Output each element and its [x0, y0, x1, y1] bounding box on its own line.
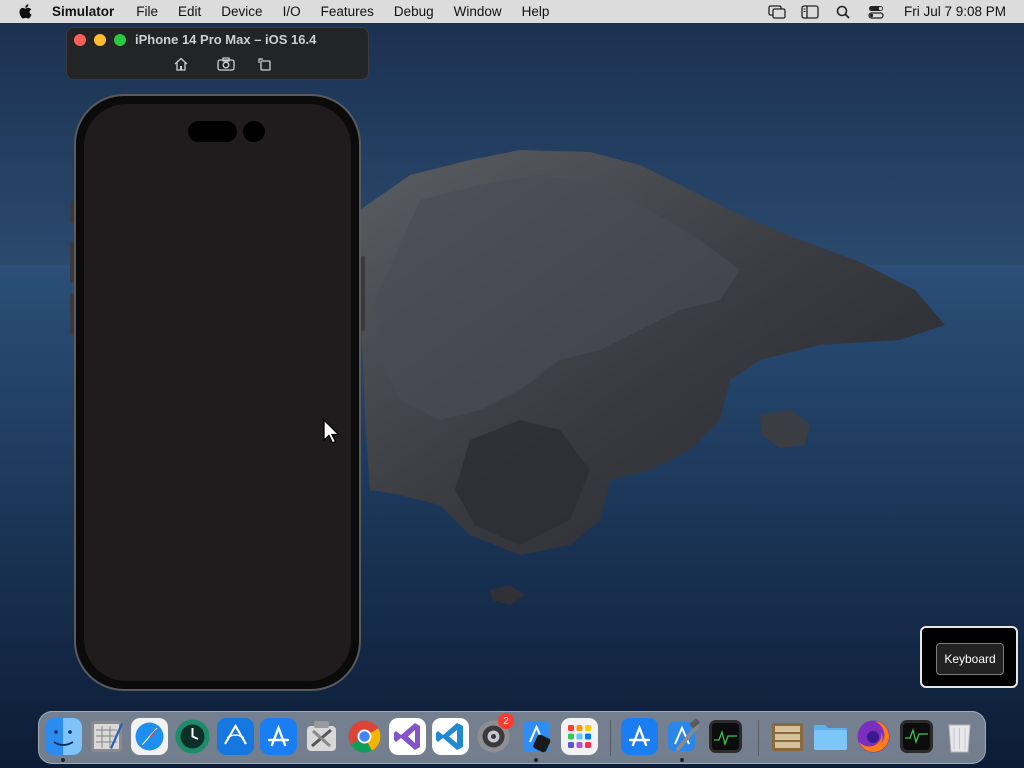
activity-monitor-icon[interactable]	[898, 718, 935, 755]
keyboard-button[interactable]: Keyboard	[936, 643, 1004, 675]
keyboard-overlay: Keyboard	[920, 626, 1018, 688]
visual-studio-icon[interactable]	[389, 718, 426, 755]
simulator-screen[interactable]	[84, 104, 351, 681]
menu-clock[interactable]: Fri Jul 7 9:08 PM	[904, 4, 1006, 19]
window-maximize-button[interactable]	[114, 34, 126, 46]
trash-icon[interactable]	[941, 718, 978, 755]
front-camera	[243, 121, 265, 142]
archive-icon[interactable]	[769, 718, 806, 755]
simulator-toolbar: iPhone 14 Pro Max – iOS 16.4	[66, 27, 369, 80]
script-editor-icon[interactable]	[88, 718, 125, 755]
iphone-device-frame	[70, 94, 365, 691]
screenshot-icon[interactable]	[217, 56, 235, 72]
screen-mirror-icon[interactable]	[768, 4, 786, 19]
apple-icon[interactable]	[18, 3, 36, 21]
mouse-cursor-icon	[323, 419, 341, 444]
activity-monitor-icon[interactable]	[707, 718, 744, 755]
dock: 2	[38, 711, 986, 764]
dynamic-island	[188, 121, 237, 142]
vscode-icon[interactable]	[432, 718, 469, 755]
menu-debug[interactable]: Debug	[394, 4, 434, 19]
time-machine-icon[interactable]	[174, 718, 211, 755]
app-store-icon[interactable]	[260, 718, 297, 755]
menu-app-name[interactable]: Simulator	[52, 4, 114, 19]
running-indicator	[680, 758, 684, 762]
volume-down-button	[70, 293, 74, 335]
search-icon[interactable]	[834, 5, 852, 19]
menu-io[interactable]: I/O	[283, 4, 301, 19]
simulator-icon[interactable]	[518, 718, 555, 755]
app-store-icon[interactable]	[621, 718, 658, 755]
menu-window[interactable]: Window	[454, 4, 502, 19]
rotate-icon[interactable]	[256, 56, 274, 72]
chrome-icon[interactable]	[346, 718, 383, 755]
simulator-title: iPhone 14 Pro Max – iOS 16.4	[135, 32, 317, 47]
menu-features[interactable]: Features	[321, 4, 374, 19]
window-close-button[interactable]	[74, 34, 86, 46]
menu-file[interactable]: File	[136, 4, 158, 19]
folder-icon[interactable]	[812, 718, 849, 755]
dock-separator	[758, 720, 759, 756]
volume-up-button	[70, 241, 74, 283]
home-icon[interactable]	[172, 56, 190, 72]
system-toolkit-icon[interactable]	[303, 718, 340, 755]
menu-help[interactable]: Help	[522, 4, 550, 19]
finder-icon[interactable]	[45, 718, 82, 755]
action-button	[70, 201, 74, 223]
safari-icon[interactable]	[131, 718, 168, 755]
menu-bar: Simulator File Edit Device I/O Features …	[0, 0, 1024, 23]
power-button	[361, 256, 365, 331]
sidebar-icon[interactable]	[801, 4, 819, 19]
menu-device[interactable]: Device	[221, 4, 262, 19]
control-center-icon[interactable]	[867, 5, 885, 19]
xcode-icon[interactable]	[664, 718, 701, 755]
notification-badge: 2	[498, 713, 514, 729]
dock-separator	[610, 720, 611, 756]
instruments-icon[interactable]	[217, 718, 254, 755]
menu-edit[interactable]: Edit	[178, 4, 201, 19]
window-minimize-button[interactable]	[94, 34, 106, 46]
running-indicator	[61, 758, 65, 762]
launchpad-icon[interactable]	[561, 718, 598, 755]
running-indicator	[534, 758, 538, 762]
firefox-icon[interactable]	[855, 718, 892, 755]
